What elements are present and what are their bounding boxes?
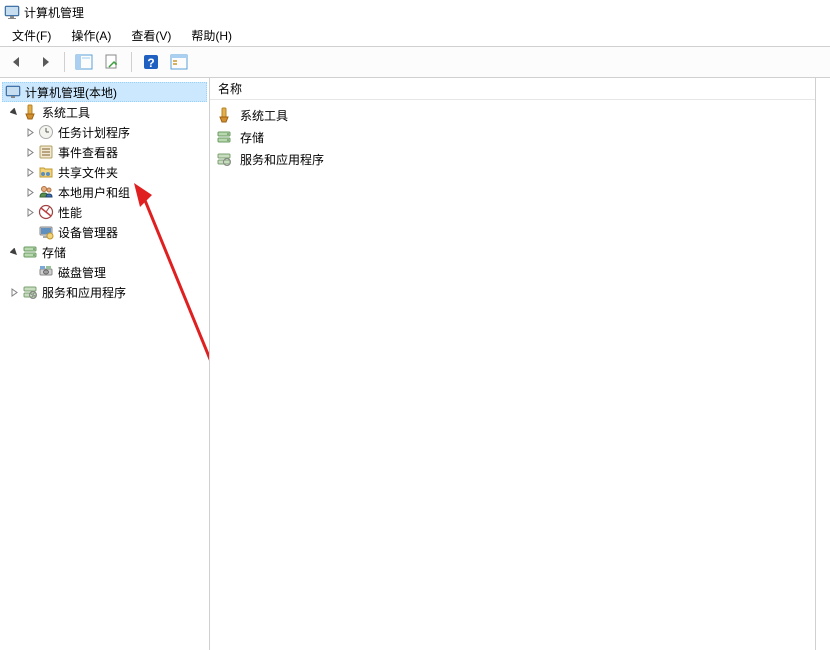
users-icon: [38, 184, 54, 200]
refresh-button[interactable]: [166, 49, 192, 75]
menu-file[interactable]: 文件(F): [6, 25, 57, 46]
services-apps-icon: [216, 151, 232, 167]
menubar: 文件(F) 操作(A) 查看(V) 帮助(H): [0, 24, 830, 46]
expander-icon[interactable]: [24, 206, 36, 218]
device-manager-icon: [38, 224, 54, 240]
menu-view[interactable]: 查看(V): [125, 25, 177, 46]
list-item-system-tools[interactable]: 系统工具: [216, 104, 809, 126]
computer-management-icon: [5, 84, 21, 100]
clock-icon: [38, 124, 54, 140]
right-gutter: [816, 78, 830, 650]
window-title: 计算机管理: [24, 4, 84, 21]
list-item-label: 服务和应用程序: [240, 151, 324, 168]
tree-label: 存储: [42, 244, 66, 261]
list-pane[interactable]: 名称 系统工具: [210, 78, 816, 650]
menu-action[interactable]: 操作(A): [65, 25, 117, 46]
properties-button[interactable]: [99, 49, 125, 75]
tree-pane[interactable]: 计算机管理(本地) 系统工具: [0, 78, 210, 650]
services-apps-icon: [22, 284, 38, 300]
tree-item-local-users-groups[interactable]: 本地用户和组: [2, 182, 207, 202]
tree-item-task-scheduler[interactable]: 任务计划程序: [2, 122, 207, 142]
expander-icon[interactable]: [8, 106, 20, 118]
tree-item-services-apps[interactable]: 服务和应用程序: [2, 282, 207, 302]
list-item-label: 存储: [240, 129, 264, 146]
list-column-header-name[interactable]: 名称: [210, 78, 815, 100]
event-viewer-icon: [38, 144, 54, 160]
app-icon: [4, 4, 20, 20]
tree-item-shared-folders[interactable]: 共享文件夹: [2, 162, 207, 182]
expander-icon[interactable]: [24, 146, 36, 158]
list-body: 系统工具 存储: [210, 100, 815, 650]
tree-item-disk-management[interactable]: 磁盘管理: [2, 262, 207, 282]
system-tools-icon: [22, 104, 38, 120]
tree-label: 事件查看器: [58, 144, 118, 161]
tree-root-computer-management[interactable]: 计算机管理(本地): [2, 82, 207, 102]
storage-icon: [216, 129, 232, 145]
shared-folders-icon: [38, 164, 54, 180]
show-hide-tree-button[interactable]: [71, 49, 97, 75]
tree-label: 服务和应用程序: [42, 284, 126, 301]
expander-icon[interactable]: [8, 286, 20, 298]
toolbar-separator: [131, 52, 132, 72]
tree-label: 系统工具: [42, 104, 90, 121]
svg-text:?: ?: [147, 56, 154, 70]
nav-forward-button[interactable]: [32, 49, 58, 75]
performance-icon: [38, 204, 54, 220]
content-area: 计算机管理(本地) 系统工具: [0, 78, 830, 650]
tree-label: 共享文件夹: [58, 164, 118, 181]
tree-label: 设备管理器: [58, 224, 118, 241]
tree-item-performance[interactable]: 性能: [2, 202, 207, 222]
tree-label: 性能: [58, 204, 82, 221]
tree-item-device-manager[interactable]: 设备管理器: [2, 222, 207, 242]
tree-item-event-viewer[interactable]: 事件查看器: [2, 142, 207, 162]
expander-icon[interactable]: [8, 246, 20, 258]
tree-label: 计算机管理(本地): [25, 84, 117, 101]
help-button[interactable]: ?: [138, 49, 164, 75]
tree-label: 磁盘管理: [58, 264, 106, 281]
list-item-services-apps[interactable]: 服务和应用程序: [216, 148, 809, 170]
tree-label: 本地用户和组: [58, 184, 130, 201]
toolbar: ?: [0, 46, 830, 78]
toolbar-separator: [64, 52, 65, 72]
tree-item-system-tools[interactable]: 系统工具: [2, 102, 207, 122]
list-item-storage[interactable]: 存储: [216, 126, 809, 148]
column-label: 名称: [218, 80, 242, 97]
expander-icon[interactable]: [24, 166, 36, 178]
expander-icon[interactable]: [24, 186, 36, 198]
menu-help[interactable]: 帮助(H): [185, 25, 238, 46]
system-tools-icon: [216, 107, 232, 123]
nav-back-button[interactable]: [4, 49, 30, 75]
disk-management-icon: [38, 264, 54, 280]
storage-icon: [22, 244, 38, 260]
titlebar: 计算机管理: [0, 0, 830, 24]
tree-label: 任务计划程序: [58, 124, 130, 141]
list-item-label: 系统工具: [240, 107, 288, 124]
tree-item-storage[interactable]: 存储: [2, 242, 207, 262]
expander-icon[interactable]: [24, 126, 36, 138]
